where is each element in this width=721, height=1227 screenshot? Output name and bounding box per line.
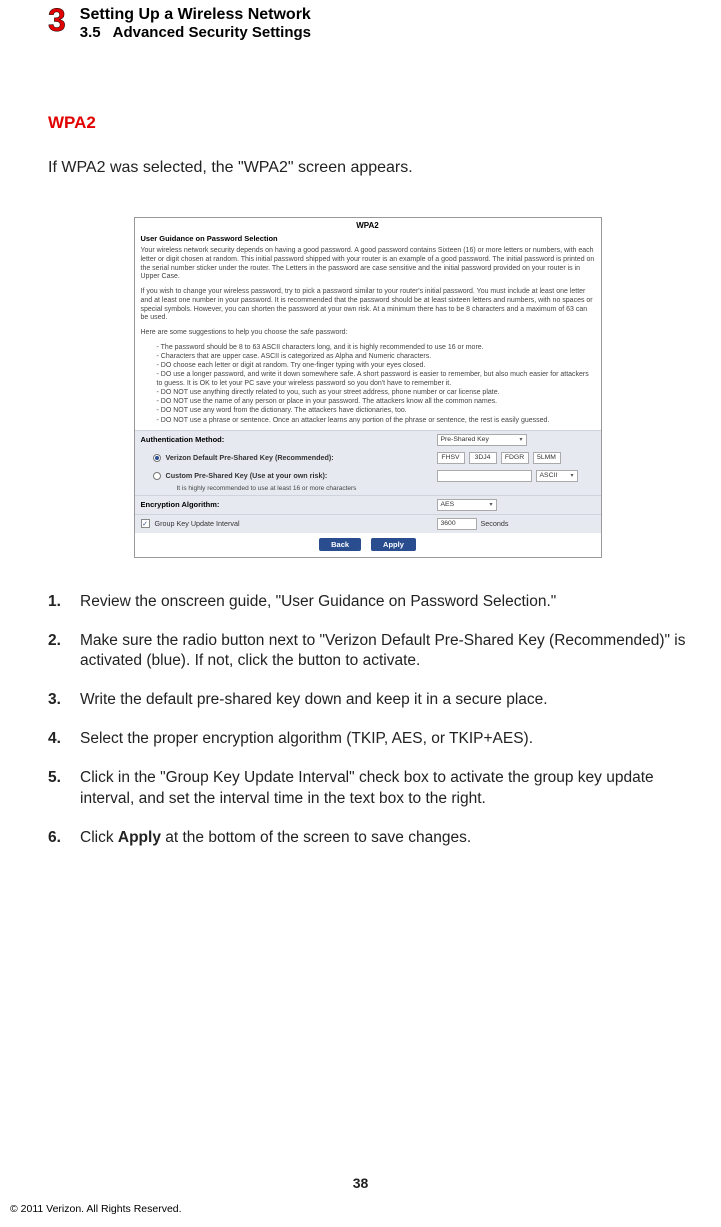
step-text: Click in the "Group Key Update Interval"… [80,768,687,810]
step-number: 3. [48,690,68,711]
step-number: 1. [48,592,68,613]
custom-key-note: It is highly recommended to use at least… [135,485,601,495]
section-name: Advanced Security Settings [113,24,311,41]
header-titles: Setting Up a Wireless Network 3.5 Advanc… [80,4,311,41]
default-key-seg: 3DJ4 [469,452,497,464]
wpa2-screenshot: WPA2 User Guidance on Password Selection… [134,217,602,558]
ss-guidance-heading: User Guidance on Password Selection [135,232,601,245]
step-item: 2. Make sure the radio button next to "V… [48,631,687,673]
step-text: Click Apply at the bottom of the screen … [80,828,687,849]
step-number: 5. [48,768,68,810]
intro-text: If WPA2 was selected, the "WPA2" screen … [48,159,687,177]
step-item: 4. Select the proper encryption algorith… [48,729,687,750]
step-text: Make sure the radio button next to "Veri… [80,631,687,673]
ss-button-row: Back Apply [135,533,601,557]
step6-post: at the bottom of the screen to save chan… [161,829,471,846]
chevron-down-icon: ▾ [570,472,573,479]
group-key-checkbox[interactable]: ✓ [141,519,150,528]
step-text: Write the default pre-shared key down an… [80,690,687,711]
group-key-input[interactable]: 3600 [437,518,477,530]
default-key-seg: 5LMM [533,452,561,464]
main-content: WPA2 If WPA2 was selected, the "WPA2" sc… [0,41,721,849]
step-number: 4. [48,729,68,750]
page-header: 3 Setting Up a Wireless Network 3.5 Adva… [0,0,721,41]
page-number: 38 [0,1175,721,1191]
ss-suggestion-item: DO NOT use any word from the dictionary.… [157,406,595,415]
ss-default-key-row: Verizon Default Pre-Shared Key (Recommen… [135,449,601,467]
ss-suggestions-intro: Here are some suggestions to help you ch… [135,327,601,342]
step-number: 6. [48,828,68,849]
ss-suggestion-item: DO NOT use a phrase or sentence. Once an… [157,416,595,425]
ss-suggestion-list: The password should be 8 to 63 ASCII cha… [135,342,601,430]
chevron-down-icon: ▾ [519,436,522,443]
back-button[interactable]: Back [319,538,361,551]
ss-suggestion-item: DO NOT use the name of any person or pla… [157,397,595,406]
ss-para1: Your wireless network security depends o… [135,245,601,286]
step6-pre: Click [80,829,118,846]
step-item: 6. Click Apply at the bottom of the scre… [48,828,687,849]
group-key-unit: Seconds [481,519,509,528]
chevron-down-icon: ▾ [489,501,492,508]
ss-enc-alg-row: Encryption Algorithm: AES ▾ [135,495,601,514]
section-title: 3.5 Advanced Security Settings [80,24,311,41]
step-item: 1. Review the onscreen guide, "User Guid… [48,592,687,613]
enc-alg-label: Encryption Algorithm: [135,496,431,513]
section-number: 3.5 [80,24,101,41]
default-key-label: Verizon Default Pre-Shared Key (Recommen… [166,453,334,462]
default-key-seg: FDGR [501,452,529,464]
step-text: Review the onscreen guide, "User Guidanc… [80,592,687,613]
steps-list: 1. Review the onscreen guide, "User Guid… [48,582,687,849]
step6-bold: Apply [118,829,161,846]
step-item: 5. Click in the "Group Key Update Interv… [48,768,687,810]
step-number: 2. [48,631,68,673]
chapter-title: Setting Up a Wireless Network [80,6,311,24]
chapter-number: 3 [48,4,66,36]
custom-key-input[interactable] [437,470,532,482]
enc-alg-dropdown[interactable]: AES ▾ [437,499,497,511]
group-key-label: Group Key Update Interval [155,519,240,528]
custom-key-label: Custom Pre-Shared Key (Use at your own r… [166,471,328,480]
apply-button[interactable]: Apply [371,538,416,551]
custom-key-type-dropdown[interactable]: ASCII ▾ [536,470,578,482]
ss-title: WPA2 [135,218,601,232]
ss-group-key-row: ✓ Group Key Update Interval 3600 Seconds [135,514,601,533]
custom-key-type-value: ASCII [540,472,558,479]
copyright: © 2011 Verizon. All Rights Reserved. [10,1203,182,1215]
wpa2-heading: WPA2 [48,113,687,133]
custom-key-radio[interactable] [153,472,161,480]
ss-suggestion-item: The password should be 8 to 63 ASCII cha… [157,343,595,352]
auth-method-dropdown[interactable]: Pre-Shared Key ▾ [437,434,527,446]
step-text: Select the proper encryption algorithm (… [80,729,687,750]
default-key-seg: FHSV [437,452,465,464]
enc-alg-value: AES [441,501,455,508]
ss-para2: If you wish to change your wireless pass… [135,286,601,327]
ss-suggestion-item: DO NOT use anything directly related to … [157,388,595,397]
auth-method-value: Pre-Shared Key [441,436,489,443]
ss-auth-method-label: Authentication Method: [135,431,431,448]
ss-suggestion-item: DO choose each letter or digit at random… [157,361,595,370]
ss-suggestion-item: DO use a longer password, and write it d… [157,370,595,388]
ss-suggestion-item: Characters that are upper case. ASCII is… [157,352,595,361]
step-item: 3. Write the default pre-shared key down… [48,690,687,711]
default-key-radio[interactable] [153,454,161,462]
ss-auth-method-row: Authentication Method: Pre-Shared Key ▾ [135,430,601,449]
ss-custom-key-row: Custom Pre-Shared Key (Use at your own r… [135,467,601,485]
